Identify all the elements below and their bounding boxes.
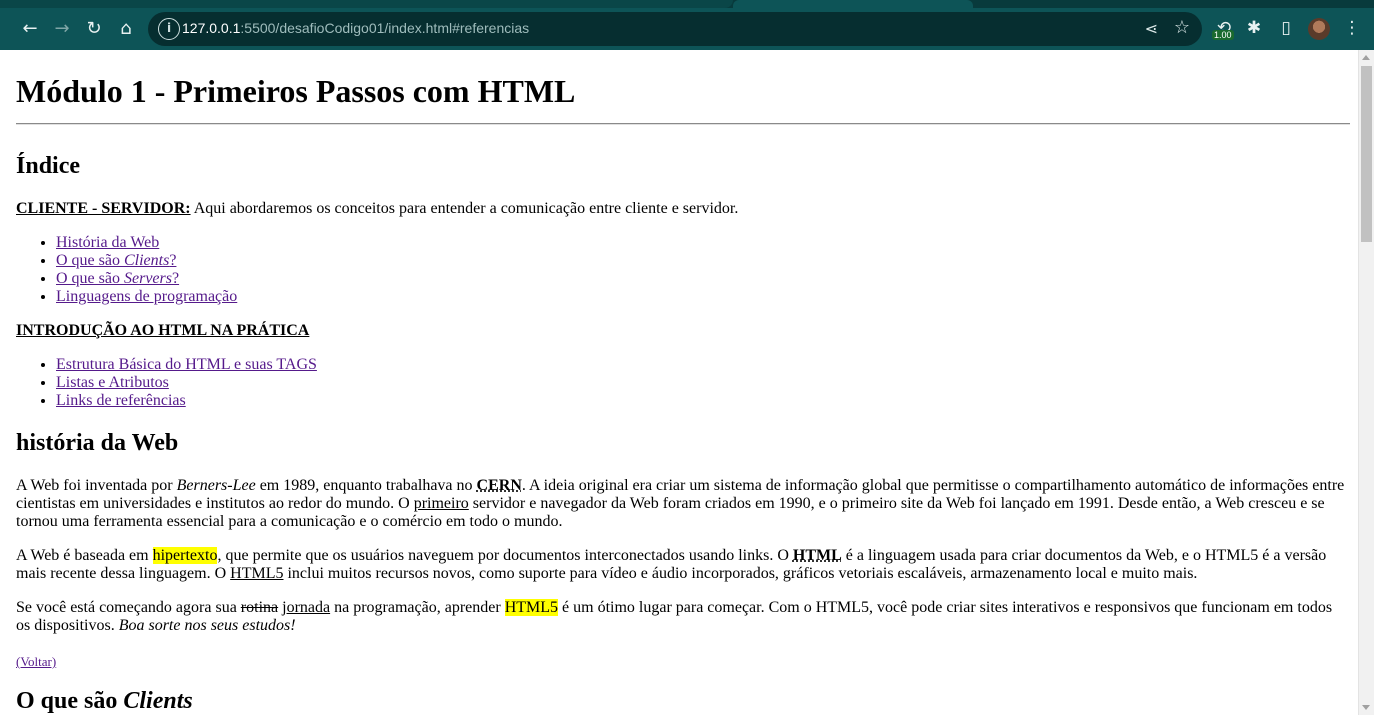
- page-viewport: Módulo 1 - Primeiros Passos com HTML Índ…: [0, 50, 1358, 715]
- p3-strikethrough: rotina: [240, 599, 279, 616]
- side-panel-icon[interactable]: ▯: [1272, 14, 1300, 42]
- link-clients[interactable]: O que são Clients?: [56, 252, 176, 269]
- url-path: :5500/desafioCodigo01/index.html#referen…: [240, 20, 530, 36]
- section1-list: História da Web O que são Clients? O que…: [16, 234, 237, 306]
- extensions-puzzle-icon[interactable]: ✱: [1240, 14, 1268, 42]
- back-link[interactable]: (Voltar): [16, 654, 56, 669]
- p3-text-a: Se você está começando agora sua: [16, 599, 241, 616]
- browser-toolbar: ← → ↻ ⌂ i 127.0.0.1:5500/desafioCodigo01…: [0, 0, 1374, 50]
- profile-avatar[interactable]: [1308, 18, 1330, 40]
- list-item: Linguagens de programação: [56, 288, 237, 306]
- clients-heading-em: Clients: [123, 688, 193, 714]
- abbr-html: HTML: [792, 547, 842, 564]
- list-item: O que são Clients?: [56, 252, 237, 270]
- p2-text-b: , que permite que os usuários naveguem p…: [217, 547, 793, 564]
- link-clients-prefix: O que são: [56, 252, 124, 269]
- p2-text-d: inclui muitos recursos novos, como supor…: [283, 565, 1198, 582]
- p3-text-b: na programação, aprender: [330, 599, 505, 616]
- address-bar[interactable]: i 127.0.0.1:5500/desafioCodigo01/index.h…: [148, 12, 1202, 46]
- link-historia-web[interactable]: História da Web: [56, 234, 159, 251]
- list-item: O que são Servers?: [56, 270, 237, 288]
- list-item: Listas e Atributos: [56, 374, 317, 392]
- p3-underline: jornada: [282, 599, 331, 616]
- scroll-down-arrow-icon[interactable]: [1362, 705, 1370, 710]
- bookmark-star-icon[interactable]: ☆: [1174, 17, 1190, 38]
- tab-inactive[interactable]: [0, 0, 733, 8]
- history-paragraph-3: Se você está começando agora sua rotina …: [16, 599, 1350, 635]
- section2-paragraph: INTRODUÇÃO AO HTML NA PRÁTICA: [16, 322, 1350, 340]
- p3-highlight: HTML5: [504, 599, 559, 616]
- p1-underline: primeiro: [413, 495, 469, 512]
- clients-heading: O que são Clients: [16, 687, 193, 715]
- link-servers-prefix: O que são: [56, 270, 124, 287]
- abbr-cern: CERN: [476, 477, 522, 494]
- link-estrutura-basica[interactable]: Estrutura Básica do HTML e suas TAGS: [56, 356, 317, 373]
- url-host: 127.0.0.1: [182, 20, 241, 36]
- section1-paragraph: CLIENTE - SERVIDOR: Aqui abordaremos os …: [16, 200, 1350, 218]
- p3-em: Boa sorte nos seus estudos!: [118, 617, 296, 634]
- history-paragraph-1: A Web foi inventada por Berners-Lee em 1…: [16, 477, 1350, 531]
- section1-label: CLIENTE - SERVIDOR:: [16, 200, 191, 217]
- forward-arrow-icon[interactable]: →: [48, 14, 76, 42]
- tab-strip: [0, 0, 1374, 8]
- horizontal-rule: [16, 123, 1350, 125]
- home-icon[interactable]: ⌂: [112, 14, 140, 42]
- section1-text: Aqui abordaremos os conceitos para enten…: [190, 200, 739, 217]
- list-item: História da Web: [56, 234, 237, 252]
- section2-list: Estrutura Básica do HTML e suas TAGS Lis…: [16, 356, 317, 410]
- page-title: Módulo 1 - Primeiros Passos com HTML: [16, 73, 576, 109]
- link-linguagens[interactable]: Linguagens de programação: [56, 288, 237, 305]
- link-servers[interactable]: O que são Servers?: [56, 270, 179, 287]
- section2-label: INTRODUÇÃO AO HTML NA PRÁTICA: [16, 322, 310, 339]
- menu-kebab-icon[interactable]: ⋮: [1338, 14, 1366, 42]
- scroll-up-arrow-icon[interactable]: [1362, 55, 1370, 60]
- extension-badge: 1.00: [1212, 30, 1234, 40]
- reload-icon[interactable]: ↻: [80, 14, 108, 42]
- index-heading: Índice: [16, 153, 81, 179]
- url-text[interactable]: 127.0.0.1:5500/desafioCodigo01/index.htm…: [182, 20, 529, 36]
- share-icon[interactable]: ⋖: [1145, 19, 1158, 38]
- p2-highlight: hipertexto: [152, 547, 218, 564]
- history-heading: história da Web: [16, 430, 179, 456]
- site-info-icon[interactable]: i: [158, 18, 180, 40]
- link-referencias[interactable]: Links de referências: [56, 392, 186, 409]
- link-servers-suffix: ?: [171, 270, 180, 287]
- p2-text-a: A Web é baseada em: [16, 547, 153, 564]
- history-paragraph-2: A Web é baseada em hipertexto, que permi…: [16, 547, 1350, 583]
- p1-em: Berners-Lee: [176, 477, 256, 494]
- tab-active[interactable]: [733, 0, 973, 8]
- back-paragraph: (Voltar): [16, 653, 1350, 671]
- vertical-scrollbar[interactable]: [1358, 50, 1374, 715]
- link-listas-atributos[interactable]: Listas e Atributos: [56, 374, 169, 391]
- list-item: Links de referências: [56, 392, 317, 410]
- link-clients-suffix: ?: [169, 252, 177, 269]
- link-servers-em: Servers: [123, 270, 172, 287]
- back-arrow-icon[interactable]: ←: [16, 14, 44, 42]
- link-clients-em: Clients: [123, 252, 170, 269]
- scrollbar-thumb[interactable]: [1361, 66, 1372, 242]
- p1-text-b: em 1989, enquanto trabalhava no: [255, 477, 477, 494]
- p1-text-a: A Web foi inventada por: [16, 477, 177, 494]
- list-item: Estrutura Básica do HTML e suas TAGS: [56, 356, 317, 374]
- clients-heading-prefix: O que são: [16, 688, 124, 714]
- p2-underline: HTML5: [230, 565, 284, 582]
